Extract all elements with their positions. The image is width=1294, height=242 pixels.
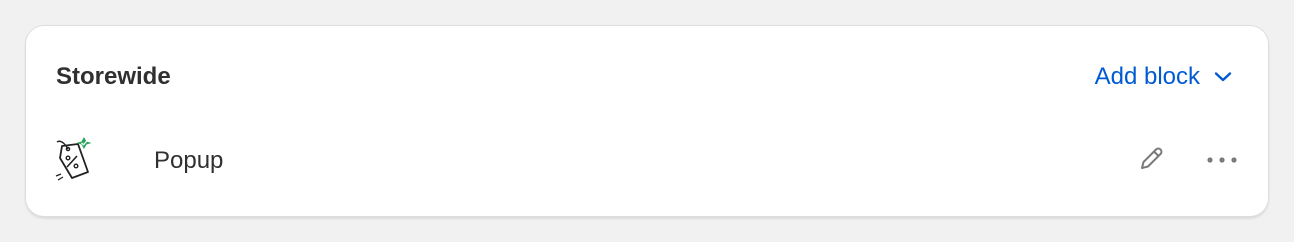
card-title: Storewide (56, 63, 171, 90)
add-block-label: Add block (1094, 63, 1200, 90)
discount-tag-icon (52, 136, 96, 186)
add-block-button[interactable]: Add block (1095, 63, 1232, 91)
row-actions (1136, 144, 1238, 179)
more-horizontal-icon (1206, 152, 1238, 170)
chevron-down-icon (1214, 71, 1232, 83)
card-header: Storewide Add block (56, 62, 1232, 92)
block-row-popup[interactable]: Popup (52, 136, 1238, 186)
more-actions-button[interactable] (1206, 152, 1238, 170)
storewide-card: Storewide Add block Popup (26, 26, 1268, 216)
pencil-icon (1136, 144, 1166, 179)
block-label: Popup (154, 147, 224, 174)
edit-button[interactable] (1136, 144, 1166, 179)
